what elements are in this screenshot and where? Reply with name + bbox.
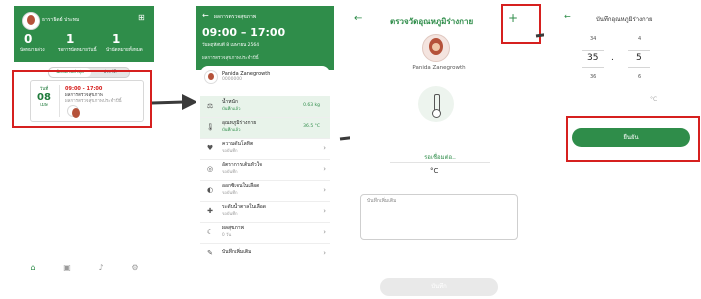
health-check-screen: ← ผลการตรวจสุขภาพ 09:00 – 17:00 วันพฤหัส… [196, 6, 334, 284]
stat-label-2: รอการนัดหมายวันนี้ [58, 48, 97, 53]
home-screen: ธาราธิดย์ ประทม ⊞ 0 นัดหมายล่วง 1 รอการน… [14, 6, 154, 284]
sleep-icon: ☾ [206, 228, 214, 236]
save-button[interactable]: บันทึก [380, 278, 498, 296]
stat-value-3: 1 [112, 32, 121, 46]
row-value: 36.5 °C [303, 124, 320, 129]
patient-id: 0000000 [222, 77, 243, 82]
arrow-right-icon [151, 94, 198, 110]
picker-right-selected[interactable]: 5 [636, 53, 642, 63]
row-weight[interactable]: ⚖ น้ำหนัก บันทึกแล้ว 0.63 kg [200, 96, 330, 118]
picker-left-next: 36 [590, 74, 597, 80]
back-icon[interactable]: ← [354, 14, 362, 24]
row-title: บันทึกเพิ่มเติม [222, 249, 252, 255]
header-title: ผลการตรวจสุขภาพ [214, 14, 257, 20]
chevron-right-icon: › [323, 186, 326, 194]
picker-line [582, 67, 604, 68]
row-title: น้ำหนัก [222, 99, 238, 105]
row-oxygen[interactable]: ◐ ออกซิเจนในเลือด รอบันทึก › [200, 180, 330, 202]
thermometer-icon: 🌡 [206, 123, 215, 131]
chevron-right-icon: › [323, 144, 326, 152]
health-check-header: ← ผลการตรวจสุขภาพ 09:00 – 17:00 วันพฤหัส… [196, 6, 334, 70]
blood-pressure-icon: ♥ [206, 144, 214, 152]
divider [390, 162, 490, 163]
row-temperature[interactable]: 🌡 อุณหภูมิร่างกาย บันทึกแล้ว 36.5 °C [200, 117, 330, 139]
connection-status: รอเชื่อมต่อ.. [424, 154, 456, 161]
notes-field[interactable]: บันทึกเพิ่มเติม [360, 194, 518, 240]
back-icon[interactable]: ← [202, 12, 209, 20]
screen-title: บันทึกอุณหภูมิร่างกาย [596, 16, 653, 23]
back-icon[interactable]: ← [564, 13, 571, 21]
row-status: รอบันทึก [222, 169, 238, 174]
bottom-nav: ⌂ ▣ ♪ ⚙ [14, 261, 154, 275]
stat-value-1: 0 [24, 32, 33, 46]
temperature-unit: °C [650, 96, 658, 103]
row-status: บันทึกแล้ว [222, 106, 241, 111]
row-status: บันทึกแล้ว [222, 127, 241, 132]
row-blood-pressure[interactable]: ♥ ความดันโลหิต รอบันทึก › [200, 138, 330, 160]
chevron-right-icon: › [323, 207, 326, 215]
row-title: ระดับน้ำตาลในเลือด [222, 204, 267, 210]
home-icon[interactable]: ⌂ [28, 263, 38, 273]
thermometer-icon [418, 86, 454, 122]
home-header: ธาราธิดย์ ประทม ⊞ 0 นัดหมายล่วง 1 รอการน… [14, 6, 154, 62]
appointment-note: ผลการตรวจสุขภาพประจำปีนี้ [202, 56, 259, 61]
patient-name: Panida Zanegrowth [412, 65, 466, 71]
row-status: รอบันทึก [222, 211, 238, 216]
notes-label: บันทึกเพิ่มเติม [367, 198, 397, 204]
calendar-icon[interactable]: ▣ [62, 263, 72, 273]
screen-title: ตรวจวัดอุณหภูมิร่างกาย [390, 17, 474, 26]
notification-icon[interactable]: ♪ [96, 263, 106, 273]
qr-code-icon[interactable]: ⊞ [138, 14, 145, 22]
row-heart-rate[interactable]: ◎ อัตราการเต้นหัวใจ รอบันทึก › [200, 159, 330, 181]
row-title: อัตราการเต้นหัวใจ [222, 162, 263, 168]
picker-left-prev: 34 [590, 36, 597, 42]
patient-avatar [204, 70, 218, 84]
user-name: ธาราธิดย์ ประทม [42, 17, 80, 23]
decimal-separator: . [611, 53, 614, 63]
stat-value-2: 1 [66, 32, 75, 46]
row-status: 0 วัน [222, 232, 232, 237]
glucose-icon: ✚ [207, 207, 213, 215]
row-title: ออกซิเจนในเลือด [222, 183, 260, 189]
row-notes[interactable]: ✎ บันทึกเพิ่มเติม › [200, 243, 330, 264]
row-health-result[interactable]: ☾ ผลสุขภาพ 0 วัน › [200, 222, 330, 244]
user-avatar[interactable] [22, 12, 40, 30]
chevron-right-icon: › [323, 249, 326, 257]
stat-label-3: นำนัดหมายทั้งหมด [106, 48, 143, 53]
highlight-confirm-button [566, 116, 700, 162]
highlight-appointment [12, 70, 152, 128]
picker-line [628, 50, 650, 51]
oxygen-icon: ◐ [206, 186, 214, 194]
row-value: 0.63 kg [303, 103, 320, 108]
row-glucose[interactable]: ✚ ระดับน้ำตาลในเลือด รอบันทึก › [200, 201, 330, 223]
notes-icon: ✎ [207, 249, 213, 257]
temperature-unit: °C [430, 167, 439, 175]
row-status: รอบันทึก [222, 148, 238, 153]
row-title: ความดันโลหิต [222, 141, 254, 147]
row-title: อุณหภูมิร่างกาย [222, 120, 257, 126]
picker-right-prev: 4 [638, 36, 642, 42]
picker-left-selected[interactable]: 35 [587, 53, 598, 63]
health-items-card: Panida Zanegrowth 0000000 ⚖ น้ำหนัก บันท… [200, 66, 330, 284]
patient-avatar [422, 34, 450, 62]
appointment-time: 09:00 – 17:00 [202, 26, 286, 39]
row-status: รอบันทึก [222, 190, 238, 195]
measure-temperature-screen: ← ตรวจวัดอุณหภูมิร่างกาย + Panida Zanegr… [350, 6, 528, 296]
chevron-right-icon: › [323, 228, 326, 236]
row-title: ผลสุขภาพ [222, 225, 244, 231]
picker-line [582, 50, 604, 51]
chevron-right-icon: › [323, 165, 326, 173]
settings-icon[interactable]: ⚙ [130, 263, 140, 273]
appointment-date: วันพฤหัสบดี 8 เมษายน 2564 [202, 43, 260, 48]
picker-line [628, 67, 650, 68]
pulse-icon: ◎ [206, 165, 214, 173]
stat-label-1: นัดหมายล่วง [20, 48, 45, 53]
picker-right-next: 6 [638, 74, 642, 80]
weight-icon: ⚖ [206, 102, 214, 110]
